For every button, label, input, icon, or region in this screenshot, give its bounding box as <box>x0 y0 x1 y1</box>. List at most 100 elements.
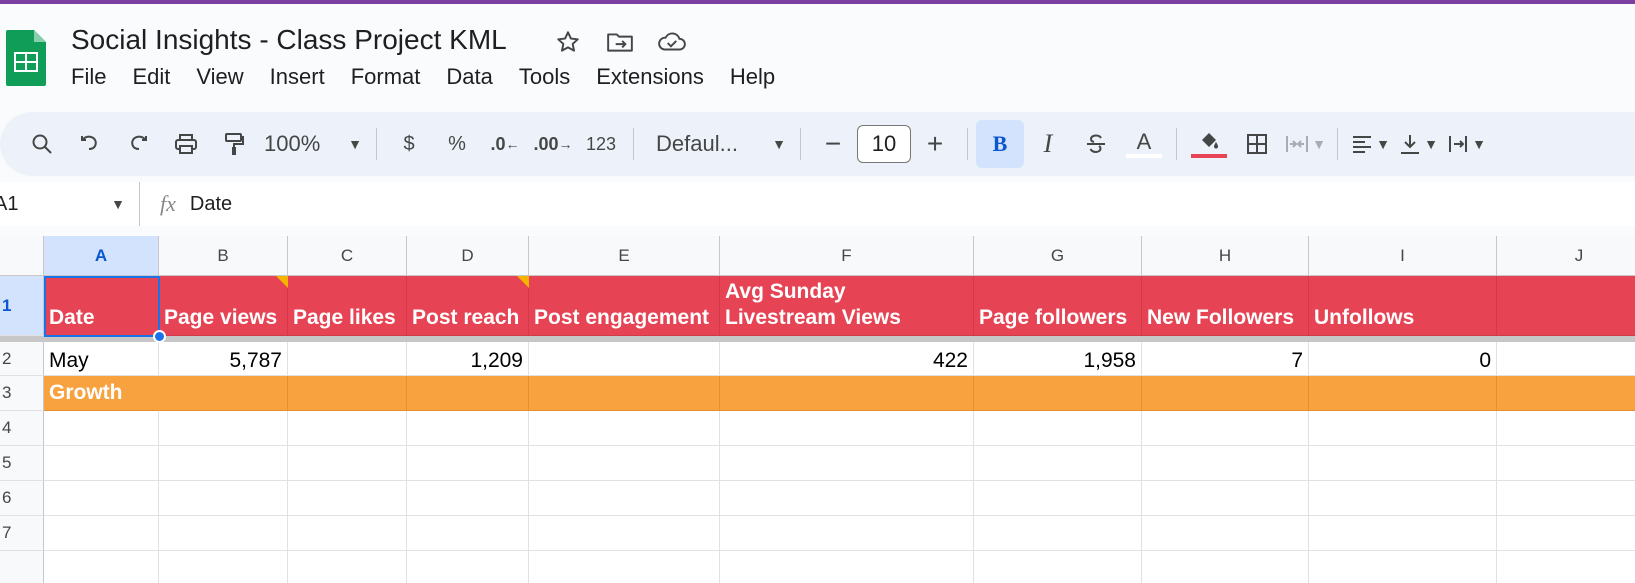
menu-file[interactable]: File <box>71 64 119 90</box>
cell-row8-d[interactable] <box>407 551 529 583</box>
cell-row7-h[interactable] <box>1142 516 1309 551</box>
cell-row7-g[interactable] <box>974 516 1142 551</box>
cell-row6-j[interactable] <box>1497 481 1635 516</box>
cell-row7-j[interactable] <box>1497 516 1635 551</box>
cell-row7-d[interactable] <box>407 516 529 551</box>
cell-d1[interactable]: Post reach <box>407 276 529 336</box>
row-header-2[interactable]: 2 <box>0 342 44 376</box>
cell-b3[interactable] <box>159 376 288 411</box>
italic-button[interactable]: I <box>1024 120 1072 168</box>
column-header-b[interactable]: B <box>159 236 288 276</box>
format-percent-button[interactable]: % <box>433 120 481 168</box>
cell-row5-i[interactable] <box>1309 446 1497 481</box>
print-icon[interactable] <box>162 120 210 168</box>
merge-cells-icon[interactable]: ▼ <box>1281 120 1329 168</box>
cell-b2[interactable]: 5,787 <box>159 342 288 376</box>
decrease-decimal-button[interactable]: .0 ← <box>481 120 529 168</box>
text-wrapping-icon[interactable]: ▼ <box>1442 120 1490 168</box>
row-header-6[interactable]: 6 <box>0 481 44 516</box>
move-to-folder-icon[interactable] <box>604 26 636 58</box>
cell-row5-j[interactable] <box>1497 446 1635 481</box>
cell-h1[interactable]: New Followers <box>1142 276 1309 336</box>
cell-a1[interactable]: Date <box>44 276 159 336</box>
cell-i1[interactable]: Unfollows <box>1309 276 1497 336</box>
menu-view[interactable]: View <box>196 64 256 90</box>
increase-font-size-button[interactable]: + <box>911 120 959 168</box>
cell-row4-b[interactable] <box>159 411 288 446</box>
cell-row4-j[interactable] <box>1497 411 1635 446</box>
cell-row5-g[interactable] <box>974 446 1142 481</box>
column-header-j[interactable]: J <box>1497 236 1635 276</box>
cell-c3[interactable] <box>288 376 407 411</box>
borders-icon[interactable] <box>1233 120 1281 168</box>
format-currency-button[interactable]: $ <box>385 120 433 168</box>
cell-a2[interactable]: May <box>44 342 159 376</box>
star-icon[interactable] <box>552 26 584 58</box>
cloud-saved-icon[interactable] <box>656 26 688 58</box>
row-header-4[interactable]: 4 <box>0 411 44 446</box>
font-select[interactable]: Defaul... ▼ <box>642 120 792 168</box>
cell-j1[interactable] <box>1497 276 1635 336</box>
menu-edit[interactable]: Edit <box>132 64 183 90</box>
increase-decimal-button[interactable]: .00 → <box>529 120 577 168</box>
cell-row6-b[interactable] <box>159 481 288 516</box>
cell-row4-c[interactable] <box>288 411 407 446</box>
text-color-button[interactable]: A <box>1120 120 1168 168</box>
cell-row8-c[interactable] <box>288 551 407 583</box>
document-title[interactable]: Social Insights - Class Project KML <box>71 24 507 56</box>
cell-a3[interactable]: Growth <box>44 376 159 411</box>
paint-format-icon[interactable] <box>210 120 258 168</box>
row-header-3[interactable]: 3 <box>0 376 44 411</box>
menu-help[interactable]: Help <box>730 64 788 90</box>
cell-row4-i[interactable] <box>1309 411 1497 446</box>
name-box[interactable]: A1 ▼ <box>0 182 140 226</box>
redo-icon[interactable] <box>114 120 162 168</box>
cell-row6-i[interactable] <box>1309 481 1497 516</box>
column-header-a[interactable]: A <box>44 236 159 276</box>
cell-row6-a[interactable] <box>44 481 159 516</box>
menu-tools[interactable]: Tools <box>519 64 583 90</box>
cell-row7-a[interactable] <box>44 516 159 551</box>
cell-row5-b[interactable] <box>159 446 288 481</box>
cell-e3[interactable] <box>529 376 720 411</box>
cell-j2[interactable] <box>1497 342 1635 376</box>
cell-row6-e[interactable] <box>529 481 720 516</box>
vertical-align-icon[interactable]: ▼ <box>1394 120 1442 168</box>
row-header-5[interactable]: 5 <box>0 446 44 481</box>
bold-button[interactable]: B <box>976 120 1024 168</box>
cell-d2[interactable]: 1,209 <box>407 342 529 376</box>
column-header-h[interactable]: H <box>1142 236 1309 276</box>
font-size-input[interactable]: 10 <box>857 125 911 163</box>
cell-g3[interactable] <box>974 376 1142 411</box>
cell-row6-g[interactable] <box>974 481 1142 516</box>
more-formats-button[interactable]: 123 <box>577 120 625 168</box>
cell-j3[interactable] <box>1497 376 1635 411</box>
row-header-7[interactable]: 7 <box>0 516 44 551</box>
cell-g1[interactable]: Page followers <box>974 276 1142 336</box>
cell-row8-a[interactable] <box>44 551 159 583</box>
cell-row5-c[interactable] <box>288 446 407 481</box>
cell-row8-h[interactable] <box>1142 551 1309 583</box>
cell-e1[interactable]: Post engagement <box>529 276 720 336</box>
cell-row5-e[interactable] <box>529 446 720 481</box>
cell-row5-h[interactable] <box>1142 446 1309 481</box>
fill-handle[interactable] <box>153 330 166 343</box>
cell-h3[interactable] <box>1142 376 1309 411</box>
cell-row8-e[interactable] <box>529 551 720 583</box>
cell-i2[interactable]: 0 <box>1309 342 1497 376</box>
cell-row8-f[interactable] <box>720 551 974 583</box>
column-header-d[interactable]: D <box>407 236 529 276</box>
horizontal-align-icon[interactable]: ▼ <box>1346 120 1394 168</box>
menu-data[interactable]: Data <box>446 64 505 90</box>
cell-f3[interactable] <box>720 376 974 411</box>
menu-insert[interactable]: Insert <box>270 64 338 90</box>
cell-row5-d[interactable] <box>407 446 529 481</box>
cell-row7-b[interactable] <box>159 516 288 551</box>
cell-row6-d[interactable] <box>407 481 529 516</box>
menu-extensions[interactable]: Extensions <box>596 64 717 90</box>
cell-row4-d[interactable] <box>407 411 529 446</box>
cell-c2[interactable] <box>288 342 407 376</box>
cell-row7-e[interactable] <box>529 516 720 551</box>
cell-e2[interactable] <box>529 342 720 376</box>
cell-d3[interactable] <box>407 376 529 411</box>
